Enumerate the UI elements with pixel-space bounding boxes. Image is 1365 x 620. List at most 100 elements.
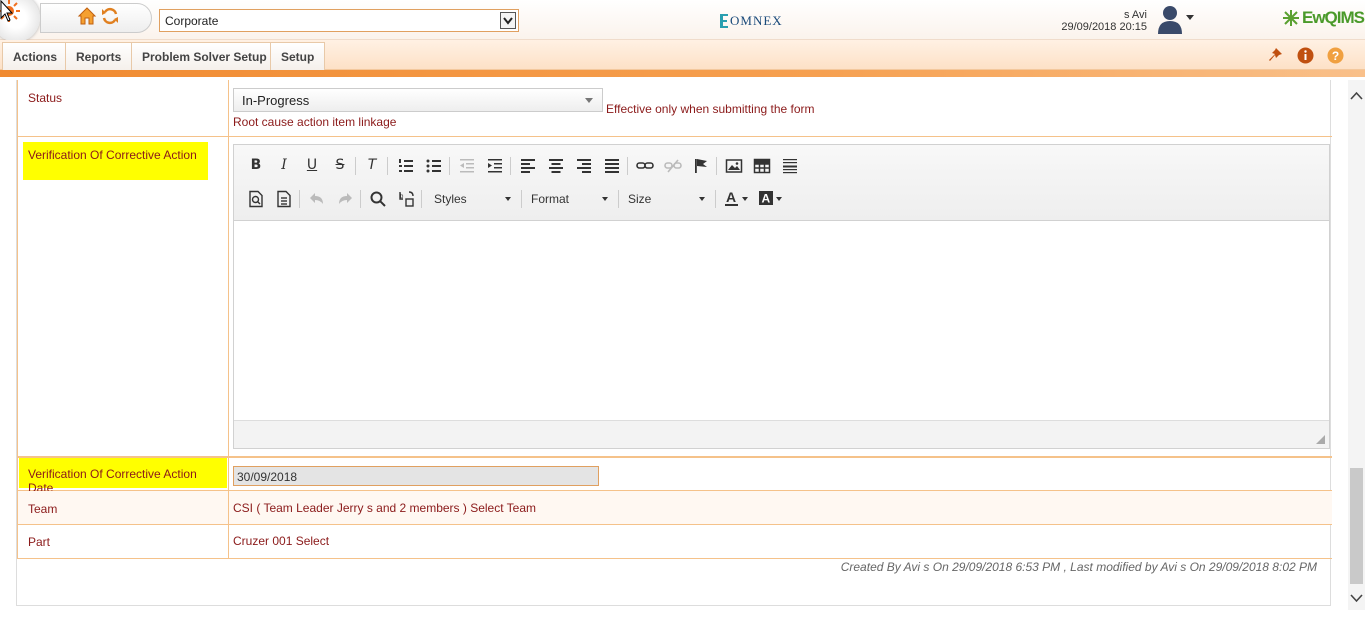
background-color-icon: A bbox=[759, 191, 782, 206]
scroll-down-icon[interactable] bbox=[1348, 590, 1365, 606]
organization-select[interactable]: Corporate bbox=[159, 9, 519, 32]
team-label: Team bbox=[28, 502, 58, 516]
verification-label-cell bbox=[17, 137, 229, 456]
scrollbar-thumb[interactable] bbox=[1350, 468, 1363, 584]
find-icon[interactable] bbox=[369, 190, 387, 208]
justify-icon[interactable] bbox=[603, 157, 621, 175]
status-row: Status In-Progress Effective only when s… bbox=[17, 80, 1332, 137]
toolbar-separator bbox=[299, 190, 300, 208]
chevron-down-icon[interactable] bbox=[500, 12, 516, 29]
preview-icon[interactable] bbox=[247, 190, 265, 208]
caret-down-icon bbox=[585, 98, 593, 103]
toolbar-separator bbox=[716, 157, 717, 175]
size-combo-label: Size bbox=[628, 192, 652, 206]
format-combo[interactable]: Format bbox=[527, 188, 612, 210]
status-note: Effective only when submitting the form bbox=[606, 102, 815, 116]
svg-text:?: ? bbox=[1332, 49, 1339, 63]
styles-combo-label: Styles bbox=[434, 192, 467, 206]
part-label: Part bbox=[28, 535, 51, 549]
main-menu-bar: Actions Reports Problem Solver Setup Set… bbox=[0, 40, 1365, 70]
menu-problem-solver-setup[interactable]: Problem Solver Setup bbox=[131, 42, 278, 70]
svg-text:A: A bbox=[726, 189, 736, 205]
refresh-icon[interactable] bbox=[101, 7, 119, 25]
mouse-cursor-icon bbox=[0, 0, 14, 22]
caret-down-icon bbox=[505, 197, 511, 201]
link-icon[interactable] bbox=[636, 157, 654, 175]
vertical-scrollbar[interactable] bbox=[1348, 80, 1365, 610]
menu-actions[interactable]: Actions bbox=[2, 42, 69, 70]
verification-date-input[interactable]: 30/09/2018 bbox=[233, 466, 599, 486]
styles-combo[interactable]: Styles bbox=[430, 188, 515, 210]
organization-select-value: Corporate bbox=[165, 14, 219, 28]
verification-date-row: Verification Of Corrective Action Date 3… bbox=[17, 457, 1332, 495]
user-avatar-icon[interactable] bbox=[1155, 3, 1185, 35]
numbered-list-icon[interactable] bbox=[397, 157, 415, 175]
menu-setup[interactable]: Setup bbox=[270, 42, 326, 70]
accent-strip bbox=[0, 70, 1365, 77]
status-label-cell bbox=[17, 80, 229, 136]
underline-icon[interactable]: U bbox=[303, 156, 321, 174]
toolbar-separator bbox=[387, 157, 388, 175]
replace-icon[interactable]: b bbox=[397, 190, 415, 208]
ewqims-logo-text: EwQIMS bbox=[1302, 8, 1365, 27]
verification-date-label: Verification Of Corrective Action Date bbox=[19, 458, 227, 495]
toolbar-separator bbox=[360, 190, 361, 208]
align-left-icon[interactable] bbox=[519, 157, 537, 175]
anchor-flag-icon[interactable] bbox=[692, 157, 710, 175]
editor-toolbar: B I U S T b Styles Format Size A A bbox=[234, 145, 1329, 221]
rich-text-editor[interactable]: B I U S T b Styles Format Size A A bbox=[233, 144, 1330, 449]
omnex-logo-text: OMNEX bbox=[730, 13, 783, 28]
unlink-icon[interactable] bbox=[664, 157, 682, 175]
redo-icon[interactable] bbox=[336, 190, 354, 208]
outdent-icon[interactable] bbox=[458, 157, 476, 175]
svg-text:b: b bbox=[400, 194, 404, 200]
italic-icon[interactable]: I bbox=[275, 156, 293, 174]
indent-icon[interactable] bbox=[486, 157, 504, 175]
caret-down-icon bbox=[602, 197, 608, 201]
toolbar-separator bbox=[521, 190, 522, 208]
user-name: s Avi bbox=[1123, 9, 1147, 21]
bold-icon[interactable]: B bbox=[247, 156, 265, 174]
part-row: Part Cruzer 001 Select bbox=[17, 525, 1332, 559]
resize-handle-icon[interactable] bbox=[1314, 433, 1326, 445]
editor-footer bbox=[234, 420, 1329, 448]
table-icon[interactable] bbox=[753, 157, 771, 175]
toolbar-separator bbox=[627, 157, 628, 175]
image-icon[interactable] bbox=[725, 157, 743, 175]
toolbar-separator bbox=[618, 190, 619, 208]
scroll-up-icon[interactable] bbox=[1348, 88, 1365, 104]
status-label: Status bbox=[28, 91, 63, 105]
undo-icon[interactable] bbox=[308, 190, 326, 208]
size-combo[interactable]: Size bbox=[624, 188, 709, 210]
root-cause-linkage[interactable]: Root cause action item linkage bbox=[233, 115, 396, 129]
text-color-button[interactable]: A bbox=[724, 189, 750, 209]
form-content: Status In-Progress Effective only when s… bbox=[16, 80, 1332, 606]
editor-body[interactable] bbox=[234, 221, 1329, 420]
toolbar-separator bbox=[715, 190, 716, 208]
bulleted-list-icon[interactable] bbox=[425, 157, 443, 175]
omnex-logo: OMNEX bbox=[718, 10, 788, 32]
home-icon[interactable] bbox=[77, 6, 97, 26]
team-row: Team CSI ( Team Leader Jerry s and 2 mem… bbox=[17, 491, 1332, 525]
team-value[interactable]: CSI ( Team Leader Jerry s and 2 members … bbox=[233, 501, 536, 515]
format-combo-label: Format bbox=[531, 192, 570, 206]
caret-down-icon bbox=[699, 197, 705, 201]
align-right-icon[interactable] bbox=[575, 157, 593, 175]
part-value[interactable]: Cruzer 001 Select bbox=[233, 534, 329, 548]
background-color-button[interactable]: A bbox=[758, 189, 784, 209]
templates-icon[interactable] bbox=[275, 190, 293, 208]
pin-icon[interactable] bbox=[1267, 46, 1284, 63]
remove-format-icon[interactable]: T bbox=[363, 156, 381, 174]
help-icon[interactable]: ? bbox=[1327, 47, 1344, 64]
align-center-icon[interactable] bbox=[547, 157, 565, 175]
status-select-value: In-Progress bbox=[242, 93, 310, 108]
user-datetime: 29/09/2018 20:15 bbox=[1061, 21, 1147, 33]
horizontal-line-icon[interactable] bbox=[781, 157, 799, 175]
caret-down-icon[interactable] bbox=[1186, 15, 1194, 20]
menu-reports[interactable]: Reports bbox=[65, 42, 133, 70]
ewqims-logo: EwQIMS bbox=[1282, 4, 1365, 30]
audit-footer-note: Created By Avi s On 29/09/2018 6:53 PM ,… bbox=[840, 560, 1317, 574]
strikethrough-icon[interactable]: S bbox=[331, 156, 349, 174]
status-select[interactable]: In-Progress bbox=[233, 88, 603, 112]
info-icon[interactable] bbox=[1297, 47, 1314, 64]
